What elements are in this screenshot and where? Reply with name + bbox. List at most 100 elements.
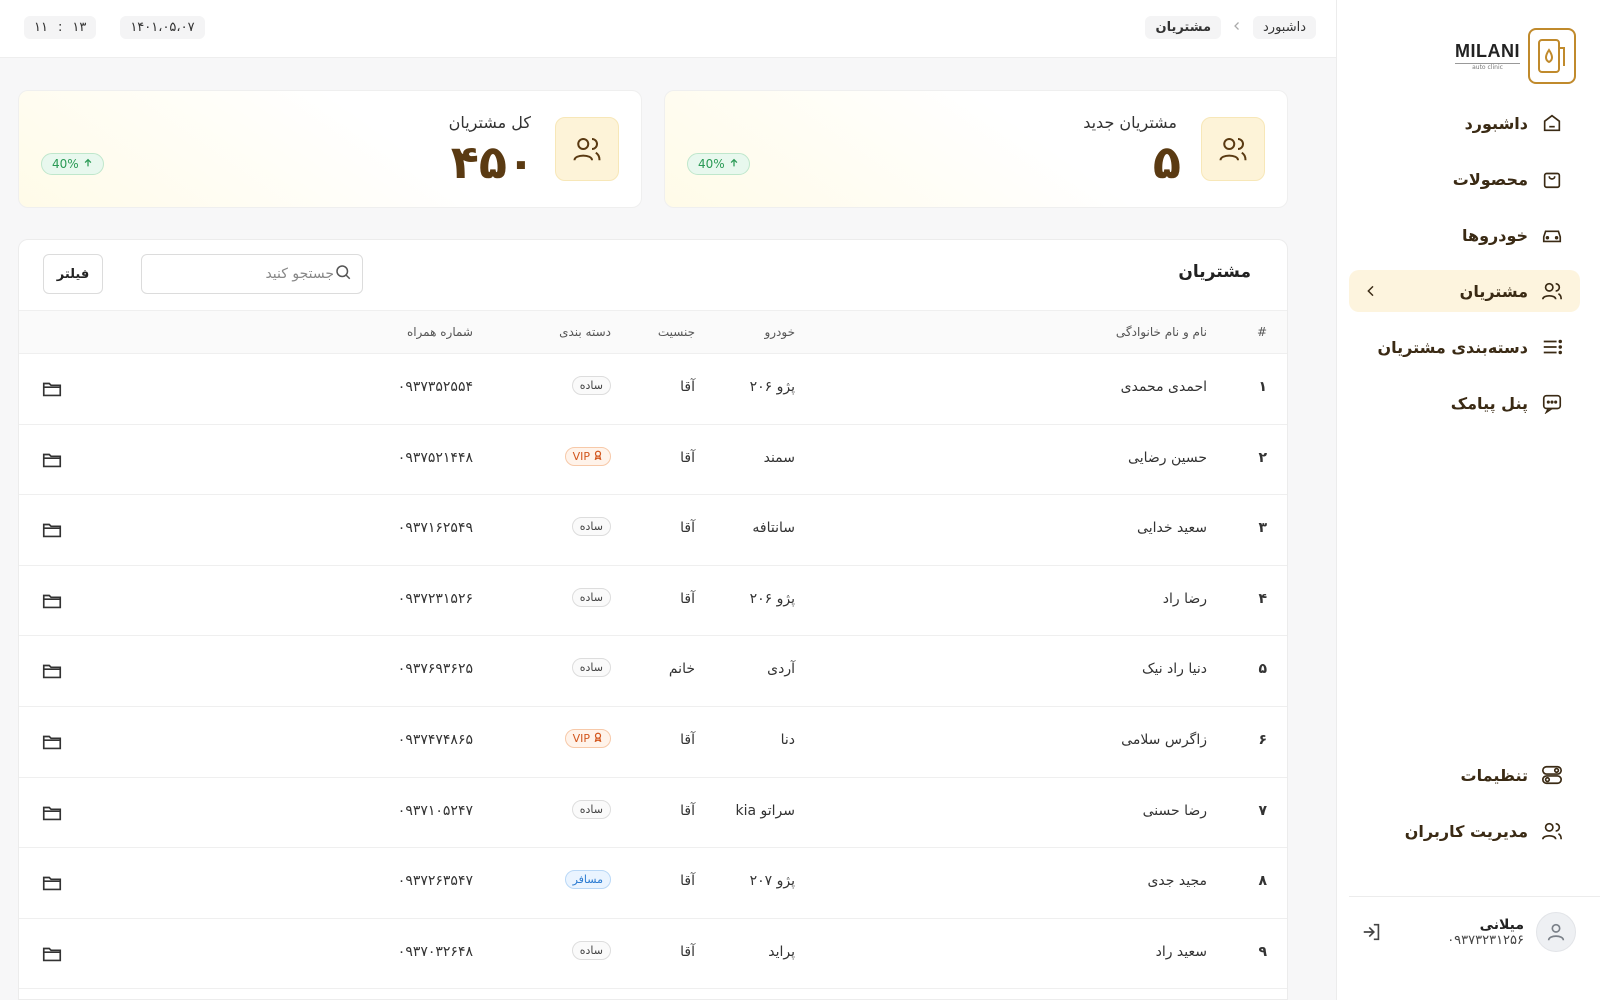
sidebar-item-label: دسته‌بندی مشتریان — [1377, 337, 1528, 357]
vip-label: VIP — [572, 449, 590, 463]
table-row[interactable]: ۵ دنیا راد نیک آردی خانم ساده ۰۹۳۷۶۹۳۶۲۵ — [19, 636, 1287, 707]
arrow-up-icon — [729, 157, 739, 171]
folder-icon[interactable] — [41, 519, 63, 545]
sidebar: MILANI auto clinic داشبورد محصولات خودرو… — [1336, 0, 1600, 1000]
customers-table-card: مشتریان فیلتر # نام و نام خانوادگی خودرو… — [18, 239, 1288, 1000]
stat-card-total-customers: کل مشتریان ۴۵۰ 40% — [18, 90, 642, 208]
sidebar-item-customers[interactable]: مشتریان — [1349, 270, 1580, 312]
row-category: ساده — [571, 799, 611, 819]
table-row[interactable]: ۷ رضا حسنی سراتو kia آقا ساده ۰۹۳۷۱۰۵۲۴۷ — [19, 778, 1287, 849]
column-header-car: خودرو — [764, 325, 795, 339]
search-input[interactable] — [152, 266, 334, 282]
time-minute: ۱۱ — [34, 20, 48, 35]
sidebar-item-dashboard[interactable]: داشبورد — [1349, 102, 1580, 144]
table-row[interactable]: ۱ احمدی محمدی پژو ۲۰۶ آقا ساده ۰۹۳۷۳۵۲۵۵… — [19, 354, 1287, 425]
category-badge: ساده — [571, 517, 611, 537]
chat-bubble-icon — [1540, 391, 1564, 415]
top-bar: داشبورد مشتریان ۱۴۰۱،۰۵،۰۷ ۱۳ : ۱۱ — [0, 0, 1336, 58]
date-display: ۱۴۰۱،۰۵،۰۷ — [120, 16, 205, 39]
user-info: میلانی ۰۹۳۷۳۲۳۱۲۵۶ — [1447, 917, 1524, 948]
category-badge: ساده — [571, 940, 611, 960]
folder-icon[interactable] — [41, 731, 63, 757]
folder-icon[interactable] — [41, 590, 63, 616]
list-icon — [1540, 335, 1564, 359]
column-header-phone: شماره همراه — [406, 325, 473, 339]
folder-icon[interactable] — [41, 378, 63, 404]
brand-logo[interactable]: MILANI auto clinic — [1455, 28, 1576, 84]
row-name: رضا راد — [1162, 590, 1207, 607]
logout-icon[interactable] — [1361, 921, 1383, 943]
row-name: مجید جدی — [1147, 873, 1207, 890]
folder-icon[interactable] — [41, 802, 63, 828]
table-row[interactable]: ۶ زاگرس سلامی دنا آقا VIP ۰۹۳۷۴۷۴۸۶۵ — [19, 707, 1287, 778]
stat-title: مشتریان جدید — [1083, 113, 1177, 132]
table-row[interactable]: ۳ سعید خدایی سانتافه آقا ساده ۰۹۳۷۱۶۲۵۴۹ — [19, 495, 1287, 566]
stat-change-value: 40% — [698, 157, 725, 171]
row-car: دنا — [780, 731, 795, 748]
avatar[interactable] — [1536, 912, 1576, 952]
row-index: ۷ — [1258, 802, 1267, 819]
row-gender: آقا — [680, 590, 695, 607]
award-icon — [593, 732, 603, 745]
table-row[interactable]: ۸ مجید جدی پژو ۲۰۷ آقا مسافر ۰۹۳۷۲۶۳۵۴۷ — [19, 848, 1287, 919]
chevron-left-icon — [1363, 283, 1379, 299]
row-index: ۴ — [1258, 590, 1267, 607]
row-gender: آقا — [680, 873, 695, 890]
sidebar-item-settings[interactable]: تنظیمات — [1349, 754, 1580, 796]
row-category: ساده — [571, 658, 611, 678]
row-index: ۲ — [1258, 449, 1267, 466]
breadcrumb-dashboard[interactable]: داشبورد — [1253, 16, 1316, 39]
row-name: رضا حسنی — [1142, 802, 1207, 819]
row-phone: ۰۹۳۷۴۷۴۸۶۵ — [397, 731, 473, 748]
folder-icon[interactable] — [41, 943, 63, 969]
table-title: مشتریان — [1178, 262, 1251, 282]
stat-title: کل مشتریان — [448, 113, 531, 132]
sidebar-item-user-management[interactable]: مدیریت کاربران — [1349, 810, 1580, 852]
column-header-gender: جنسیت — [657, 325, 695, 339]
time-display: ۱۳ : ۱۱ — [24, 16, 97, 39]
row-phone: ۰۹۳۷۱۶۲۵۴۹ — [397, 520, 473, 537]
row-phone: ۰۹۳۷۰۳۲۶۴۸ — [397, 943, 473, 960]
row-gender: آقا — [680, 943, 695, 960]
folder-icon[interactable] — [41, 660, 63, 686]
folder-icon[interactable] — [41, 449, 63, 475]
row-name: زاگرس سلامی — [1121, 731, 1207, 748]
settings-toggle-icon — [1540, 763, 1564, 787]
sidebar-item-sms-panel[interactable]: پنل پیامک — [1349, 382, 1580, 424]
category-badge: مسافر — [564, 870, 611, 890]
row-name: سعید راد — [1155, 943, 1207, 960]
search-icon — [334, 263, 352, 285]
time-separator: : — [57, 20, 63, 35]
sidebar-item-label: تنظیمات — [1460, 765, 1528, 785]
user-phone: ۰۹۳۷۳۲۳۱۲۵۶ — [1447, 932, 1524, 948]
row-index: ۶ — [1258, 731, 1267, 748]
sidebar-item-customer-categories[interactable]: دسته‌بندی مشتریان — [1349, 326, 1580, 368]
category-badge: ساده — [571, 799, 611, 819]
column-header-name: نام و نام خانوادگی — [1115, 325, 1207, 339]
row-category: مسافر — [564, 870, 611, 890]
filter-button[interactable]: فیلتر — [43, 254, 103, 294]
stat-value: ۴۵۰ — [450, 135, 535, 189]
table-row[interactable]: ۴ رضا راد پژو ۲۰۶ آقا ساده ۰۹۳۷۲۳۱۵۲۶ — [19, 566, 1287, 637]
table-row[interactable]: ۲ حسین رضایی سمند آقا VIP ۰۹۳۷۵۲۱۴۴۸ — [19, 425, 1287, 496]
row-gender: آقا — [680, 731, 695, 748]
stat-value: ۵ — [1152, 135, 1181, 189]
row-phone: ۰۹۳۷۶۹۳۶۲۵ — [397, 661, 473, 678]
table-header: # نام و نام خانوادگی خودرو جنسیت دسته بن… — [19, 310, 1287, 354]
time-hour: ۱۳ — [72, 20, 87, 35]
sidebar-item-label: داشبورد — [1464, 113, 1528, 133]
sidebar-item-products[interactable]: محصولات — [1349, 158, 1580, 200]
column-header-index: # — [1256, 325, 1267, 339]
stat-change-badge: 40% — [687, 153, 750, 175]
user-name: میلانی — [1479, 916, 1524, 933]
users-icon — [1540, 279, 1564, 303]
row-car: سانتافه — [752, 520, 795, 537]
row-gender: آقا — [680, 802, 695, 819]
row-gender: آقا — [680, 449, 695, 466]
sidebar-item-cars[interactable]: خودروها — [1349, 214, 1580, 256]
table-row[interactable]: ۹ سعید راد پراید آقا ساده ۰۹۳۷۰۳۲۶۴۸ — [19, 919, 1287, 990]
row-index: ۵ — [1258, 661, 1267, 678]
row-name: سعید خدایی — [1137, 520, 1207, 537]
folder-icon[interactable] — [41, 872, 63, 898]
shopping-bag-icon — [1540, 167, 1564, 191]
